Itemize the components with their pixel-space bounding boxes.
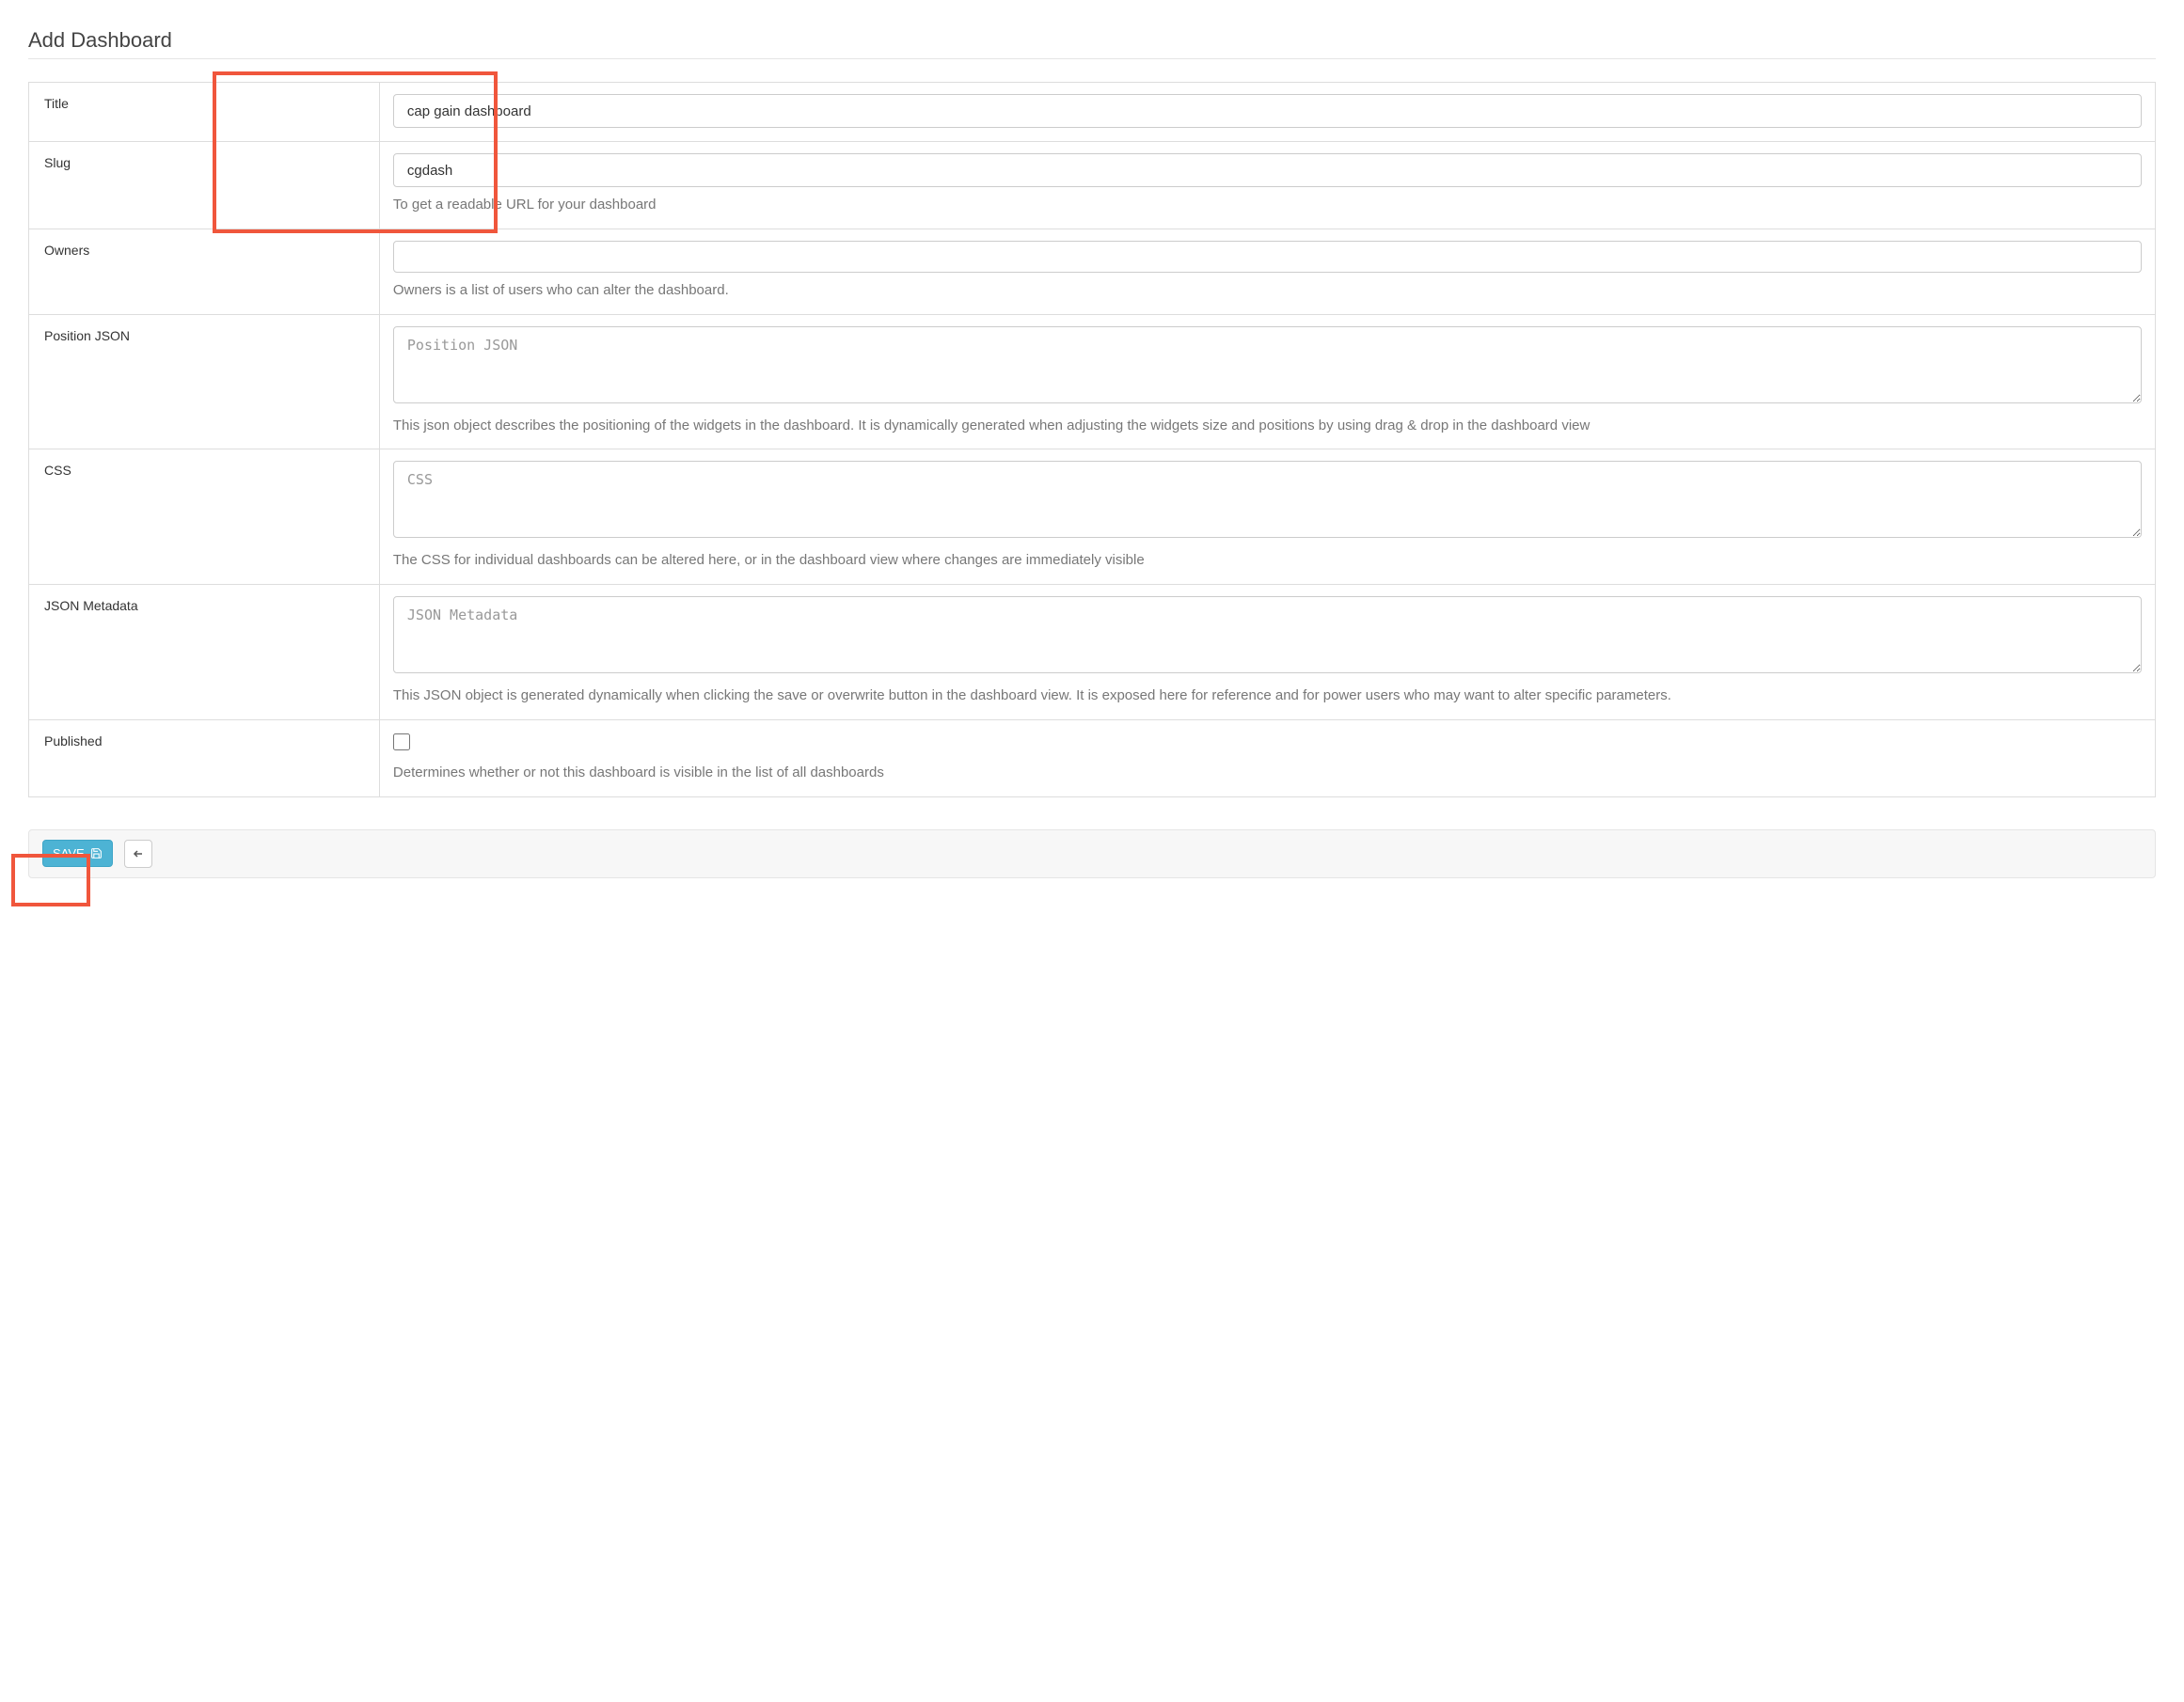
help-position-json: This json object describes the positioni… bbox=[393, 416, 2142, 436]
footer-bar: SAVE bbox=[28, 829, 2156, 878]
help-published: Determines whether or not this dashboard… bbox=[393, 763, 2142, 783]
label-slug: Slug bbox=[29, 142, 380, 229]
arrow-left-icon bbox=[133, 848, 144, 859]
save-button-label: SAVE bbox=[53, 846, 85, 860]
cell-json-metadata: This JSON object is generated dynamicall… bbox=[380, 585, 2155, 719]
label-owners: Owners bbox=[29, 229, 380, 314]
cell-position-json: This json object describes the positioni… bbox=[380, 315, 2155, 449]
dashboard-form: Title Slug To get a readable URL for you… bbox=[28, 82, 2156, 797]
position-json-textarea[interactable] bbox=[393, 326, 2142, 403]
help-json-metadata: This JSON object is generated dynamicall… bbox=[393, 686, 2142, 706]
cell-slug: To get a readable URL for your dashboard bbox=[380, 142, 2155, 229]
owners-input[interactable] bbox=[393, 241, 2142, 273]
row-title: Title bbox=[29, 83, 2155, 142]
help-css: The CSS for individual dashboards can be… bbox=[393, 550, 2142, 571]
label-css: CSS bbox=[29, 449, 380, 584]
label-published: Published bbox=[29, 720, 380, 796]
cell-css: The CSS for individual dashboards can be… bbox=[380, 449, 2155, 584]
slug-input[interactable] bbox=[393, 153, 2142, 187]
back-button[interactable] bbox=[124, 840, 152, 868]
page-title: Add Dashboard bbox=[28, 28, 2156, 59]
save-button[interactable]: SAVE bbox=[42, 840, 113, 867]
json-metadata-textarea[interactable] bbox=[393, 596, 2142, 673]
label-json-metadata: JSON Metadata bbox=[29, 585, 380, 719]
title-input[interactable] bbox=[393, 94, 2142, 128]
label-title: Title bbox=[29, 83, 380, 141]
cell-title bbox=[380, 83, 2155, 141]
cell-published: Determines whether or not this dashboard… bbox=[380, 720, 2155, 796]
row-slug: Slug To get a readable URL for your dash… bbox=[29, 142, 2155, 229]
css-textarea[interactable] bbox=[393, 461, 2142, 538]
save-icon bbox=[90, 847, 103, 859]
help-owners: Owners is a list of users who can alter … bbox=[393, 280, 2142, 301]
published-checkbox[interactable] bbox=[393, 733, 410, 750]
row-json-metadata: JSON Metadata This JSON object is genera… bbox=[29, 585, 2155, 720]
help-slug: To get a readable URL for your dashboard bbox=[393, 195, 2142, 215]
row-position-json: Position JSON This json object describes… bbox=[29, 315, 2155, 450]
row-published: Published Determines whether or not this… bbox=[29, 720, 2155, 796]
row-owners: Owners Owners is a list of users who can… bbox=[29, 229, 2155, 315]
cell-owners: Owners is a list of users who can alter … bbox=[380, 229, 2155, 314]
label-position-json: Position JSON bbox=[29, 315, 380, 449]
row-css: CSS The CSS for individual dashboards ca… bbox=[29, 449, 2155, 585]
